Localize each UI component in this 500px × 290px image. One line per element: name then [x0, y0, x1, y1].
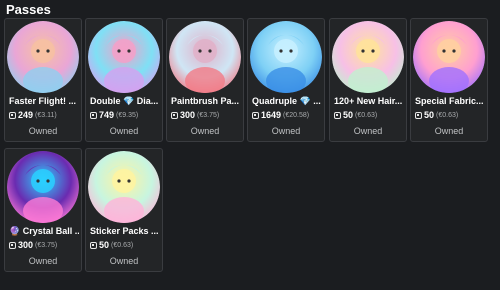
section-title: Passes	[6, 2, 51, 17]
owned-label: Owned	[353, 126, 383, 136]
pass-price-value: 50	[343, 110, 354, 120]
pass-local-price: (€9.35)	[116, 111, 139, 119]
pass-price-value: 249	[18, 110, 34, 120]
robux-icon	[252, 111, 259, 119]
pass-thumbnail[interactable]	[88, 21, 160, 93]
robux-icon	[9, 241, 16, 249]
pass-price-value: 1649	[261, 110, 282, 120]
pass-name[interactable]: 120+ New Hair...	[334, 96, 404, 106]
pass-local-price: (€3.75)	[35, 241, 58, 249]
pass-price-value: 300	[180, 110, 196, 120]
pass-price-value: 749	[99, 110, 115, 120]
robux-icon	[334, 111, 341, 119]
passes-grid: Faster Flight! ... 249 (€3.11) Owned Dou…	[4, 18, 496, 278]
pass-price: 300 (€3.75)	[9, 240, 81, 250]
pass-thumbnail[interactable]	[250, 21, 322, 93]
pass-card[interactable]: Quadruple 💎 ... 1649 (€20.58) Owned	[247, 18, 325, 142]
pass-thumbnail[interactable]	[332, 21, 404, 93]
pass-thumbnail[interactable]	[88, 151, 160, 223]
pass-name[interactable]: Quadruple 💎 ...	[252, 96, 322, 107]
robux-icon	[90, 111, 97, 119]
robux-icon	[171, 111, 178, 119]
owned-label: Owned	[434, 126, 464, 136]
pass-price: 50 (€0.63)	[90, 240, 162, 250]
pass-card[interactable]: Special Fabric... 50 (€0.63) Owned	[410, 18, 488, 142]
pass-name[interactable]: Faster Flight! ...	[9, 96, 79, 106]
pass-card[interactable]: 🔮 Crystal Ball ... 300 (€3.75) Owned	[4, 148, 82, 272]
pass-price: 1649 (€20.58)	[252, 110, 324, 120]
pass-local-price: (€3.11)	[35, 111, 57, 119]
pass-card[interactable]: Sticker Packs ... 50 (€0.63) Owned	[85, 148, 163, 272]
pass-thumbnail[interactable]	[7, 21, 79, 93]
pass-name[interactable]: 🔮 Crystal Ball ...	[9, 226, 79, 237]
pass-local-price: (€20.58)	[283, 111, 310, 119]
pass-price-value: 300	[18, 240, 34, 250]
pass-card[interactable]: Double 💎 Dia... 749 (€9.35) Owned	[85, 18, 163, 142]
pass-local-price: (€3.75)	[197, 111, 220, 119]
pass-price: 50 (€0.63)	[334, 110, 406, 120]
pass-name[interactable]: Double 💎 Dia...	[90, 96, 160, 107]
pass-thumbnail[interactable]	[413, 21, 485, 93]
owned-label: Owned	[109, 126, 139, 136]
pass-local-price: (€0.63)	[111, 241, 134, 249]
robux-icon	[9, 111, 16, 119]
pass-name[interactable]: Special Fabric...	[415, 96, 485, 106]
pass-price-value: 50	[99, 240, 110, 250]
owned-label: Owned	[28, 126, 58, 136]
pass-local-price: (€0.63)	[355, 111, 378, 119]
pass-price-value: 50	[424, 110, 435, 120]
pass-card[interactable]: Paintbrush Pa... 300 (€3.75) Owned	[166, 18, 244, 142]
pass-local-price: (€0.63)	[436, 111, 459, 119]
pass-price: 300 (€3.75)	[171, 110, 243, 120]
pass-thumbnail[interactable]	[7, 151, 79, 223]
pass-thumbnail[interactable]	[169, 21, 241, 93]
owned-label: Owned	[271, 126, 301, 136]
owned-label: Owned	[109, 256, 139, 266]
pass-price: 749 (€9.35)	[90, 110, 162, 120]
pass-card[interactable]: 120+ New Hair... 50 (€0.63) Owned	[329, 18, 407, 142]
pass-price: 50 (€0.63)	[415, 110, 487, 120]
owned-label: Owned	[28, 256, 58, 266]
robux-icon	[90, 241, 97, 249]
robux-icon	[415, 111, 422, 119]
owned-label: Owned	[190, 126, 220, 136]
pass-card[interactable]: Faster Flight! ... 249 (€3.11) Owned	[4, 18, 82, 142]
pass-name[interactable]: Paintbrush Pa...	[171, 96, 241, 106]
pass-name[interactable]: Sticker Packs ...	[90, 226, 160, 236]
pass-price: 249 (€3.11)	[9, 110, 81, 120]
